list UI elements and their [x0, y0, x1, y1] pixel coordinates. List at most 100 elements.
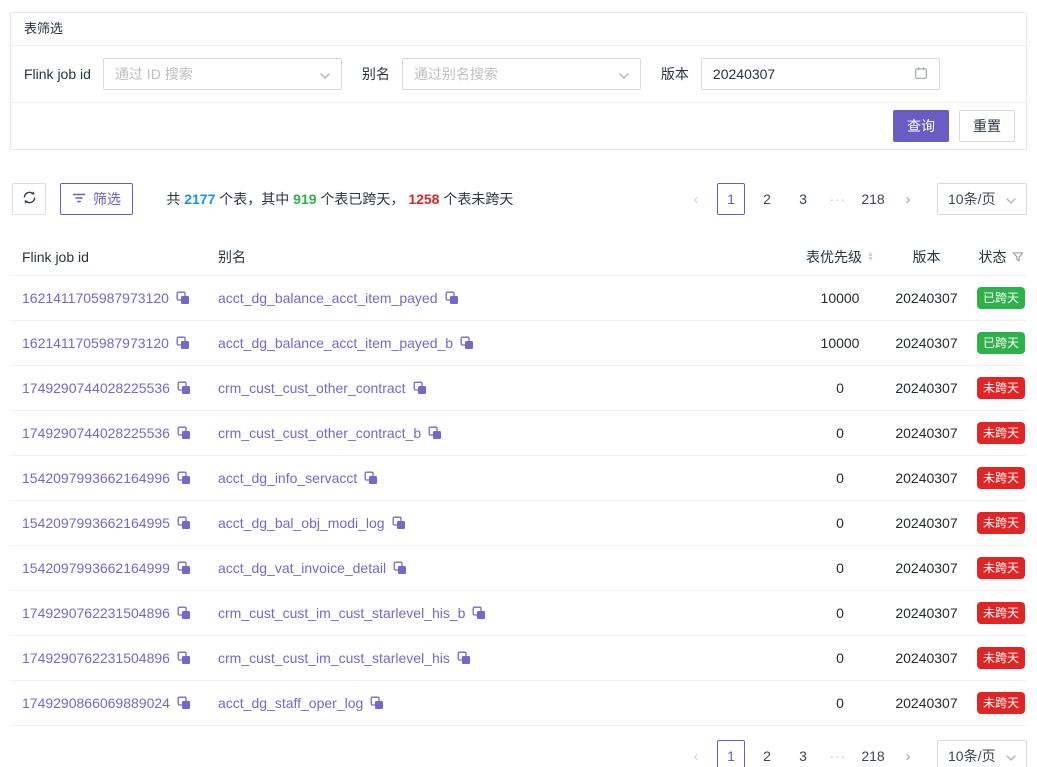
field-version: 版本 20240307: [661, 58, 940, 90]
filter-button[interactable]: 筛选: [60, 183, 133, 215]
version-label: 版本: [661, 64, 689, 84]
flink-job-id-link[interactable]: 1749290762231504896: [22, 605, 170, 621]
copy-icon[interactable]: [177, 606, 191, 620]
reset-button[interactable]: 重置: [959, 110, 1015, 142]
search-button[interactable]: 查询: [893, 110, 949, 142]
version-cell: 20240307: [878, 335, 975, 351]
flink-job-id-link[interactable]: 1542097993662164995: [22, 515, 170, 531]
alias-link[interactable]: acct_dg_bal_obj_modi_log: [218, 515, 385, 531]
flink-job-id-link[interactable]: 1749290744028225536: [22, 425, 170, 441]
alias-link[interactable]: crm_cust_cust_other_contract_b: [218, 425, 421, 441]
next-page-button[interactable]: ›: [895, 740, 921, 767]
copy-icon[interactable]: [472, 606, 486, 620]
version-date-value: 20240307: [713, 66, 775, 82]
alias-cell: crm_cust_cust_other_contract: [206, 380, 802, 396]
toolbar-pagination-wrap: ‹ 1 2 3 ··· 218 › 10条/页: [683, 183, 1027, 215]
copy-icon[interactable]: [457, 651, 471, 665]
flink-job-id-link[interactable]: 1749290866069889024: [22, 695, 170, 711]
refresh-button[interactable]: [12, 183, 46, 215]
flink-job-id-select[interactable]: 通过 ID 搜索: [103, 58, 342, 90]
flink-job-id-cell: 1749290762231504896: [10, 650, 206, 666]
status-cell: 未跨天: [975, 557, 1027, 579]
flink-job-id-link[interactable]: 1542097993662164999: [22, 560, 170, 576]
flink-job-id-cell: 1621411705987973120: [10, 290, 206, 306]
copy-icon[interactable]: [460, 336, 474, 350]
table-body: 1621411705987973120 acct_dg_balance_acct…: [10, 276, 1027, 726]
page-ellipsis[interactable]: ···: [825, 748, 851, 764]
alias-link[interactable]: crm_cust_cust_other_contract: [218, 380, 406, 396]
filter-form: Flink job id 通过 ID 搜索 别名 通过别名搜索: [11, 46, 1026, 103]
prev-page-button[interactable]: ‹: [683, 183, 709, 215]
alias-placeholder: 通过别名搜索: [414, 64, 498, 84]
status-cell: 已跨天: [975, 287, 1027, 309]
alias-link[interactable]: crm_cust_cust_im_cust_starlevel_his_b: [218, 605, 465, 621]
flink-job-id-link[interactable]: 1621411705987973120: [22, 290, 169, 306]
flink-job-id-link[interactable]: 1542097993662164996: [22, 470, 170, 486]
version-cell: 20240307: [878, 470, 975, 486]
flink-job-id-link[interactable]: 1749290744028225536: [22, 380, 170, 396]
copy-icon[interactable]: [428, 426, 442, 440]
version-cell: 20240307: [878, 380, 975, 396]
summary-uncrossed-count: 1258: [408, 191, 439, 207]
alias-cell: acct_dg_balance_acct_item_payed: [206, 290, 802, 306]
page-size-select[interactable]: 10条/页: [937, 740, 1027, 767]
table-row: 1542097993662164999 acct_dg_vat_invoice_…: [10, 546, 1027, 591]
table-row: 1749290744028225536 crm_cust_cust_other_…: [10, 366, 1027, 411]
page-button-2[interactable]: 2: [753, 740, 781, 767]
copy-icon[interactable]: [413, 381, 427, 395]
copy-icon[interactable]: [176, 336, 190, 350]
alias-link[interactable]: acct_dg_info_servacct: [218, 470, 357, 486]
page-button-3[interactable]: 3: [789, 183, 817, 215]
copy-icon[interactable]: [176, 291, 190, 305]
alias-link[interactable]: acct_dg_vat_invoice_detail: [218, 560, 386, 576]
version-date-picker[interactable]: 20240307: [701, 58, 940, 90]
copy-icon[interactable]: [364, 471, 378, 485]
copy-icon[interactable]: [177, 516, 191, 530]
alias-link[interactable]: acct_dg_staff_oper_log: [218, 695, 363, 711]
alias-select[interactable]: 通过别名搜索: [402, 58, 641, 90]
copy-icon[interactable]: [392, 516, 406, 530]
page-button-1[interactable]: 1: [717, 183, 745, 215]
sorter-icon[interactable]: ▲ ▼: [867, 252, 874, 262]
funnel-filter-icon[interactable]: [1012, 251, 1024, 263]
copy-icon[interactable]: [177, 651, 191, 665]
page: 表筛选 Flink job id 通过 ID 搜索 别名 通过别名搜索: [0, 0, 1037, 767]
column-header-priority[interactable]: 表优先级 ▲ ▼: [802, 247, 878, 267]
summary-total-count: 2177: [184, 191, 215, 207]
copy-icon[interactable]: [393, 561, 407, 575]
page-size-select[interactable]: 10条/页: [937, 183, 1027, 215]
column-header-version: 版本: [878, 247, 975, 267]
copy-icon[interactable]: [177, 426, 191, 440]
flink-job-id-link[interactable]: 1749290762231504896: [22, 650, 170, 666]
page-ellipsis[interactable]: ···: [825, 191, 851, 207]
column-header-flink-job-id: Flink job id: [10, 249, 206, 265]
page-button-3[interactable]: 3: [789, 740, 817, 767]
copy-icon[interactable]: [177, 381, 191, 395]
page-button-last[interactable]: 218: [859, 740, 887, 767]
alias-link[interactable]: acct_dg_balance_acct_item_payed_b: [218, 335, 453, 351]
flink-job-id-link[interactable]: 1621411705987973120: [22, 335, 169, 351]
version-cell: 20240307: [878, 515, 975, 531]
priority-cell: 10000: [802, 290, 878, 306]
prev-page-button[interactable]: ‹: [683, 740, 709, 767]
alias-link[interactable]: acct_dg_balance_acct_item_payed: [218, 290, 438, 306]
table-header: Flink job id 别名 表优先级 ▲ ▼ 版本 状态: [10, 239, 1027, 276]
next-page-button[interactable]: ›: [895, 183, 921, 215]
copy-icon[interactable]: [177, 561, 191, 575]
status-badge: 已跨天: [977, 287, 1025, 309]
page-button-2[interactable]: 2: [753, 183, 781, 215]
page-button-last[interactable]: 218: [859, 183, 887, 215]
copy-icon[interactable]: [370, 696, 384, 710]
version-cell: 20240307: [878, 650, 975, 666]
caret-down-icon: ▼: [867, 257, 874, 262]
copy-icon[interactable]: [177, 696, 191, 710]
version-cell: 20240307: [878, 560, 975, 576]
chevron-down-icon: [1006, 191, 1016, 207]
copy-icon[interactable]: [177, 471, 191, 485]
alias-cell: acct_dg_info_servacct: [206, 470, 802, 486]
copy-icon[interactable]: [445, 291, 459, 305]
refresh-icon: [22, 190, 37, 208]
alias-link[interactable]: crm_cust_cust_im_cust_starlevel_his: [218, 650, 450, 666]
page-button-1[interactable]: 1: [717, 740, 745, 767]
table-summary: 共 2177 个表，其中 919 个表已跨天， 1258 个表未跨天: [143, 173, 513, 225]
